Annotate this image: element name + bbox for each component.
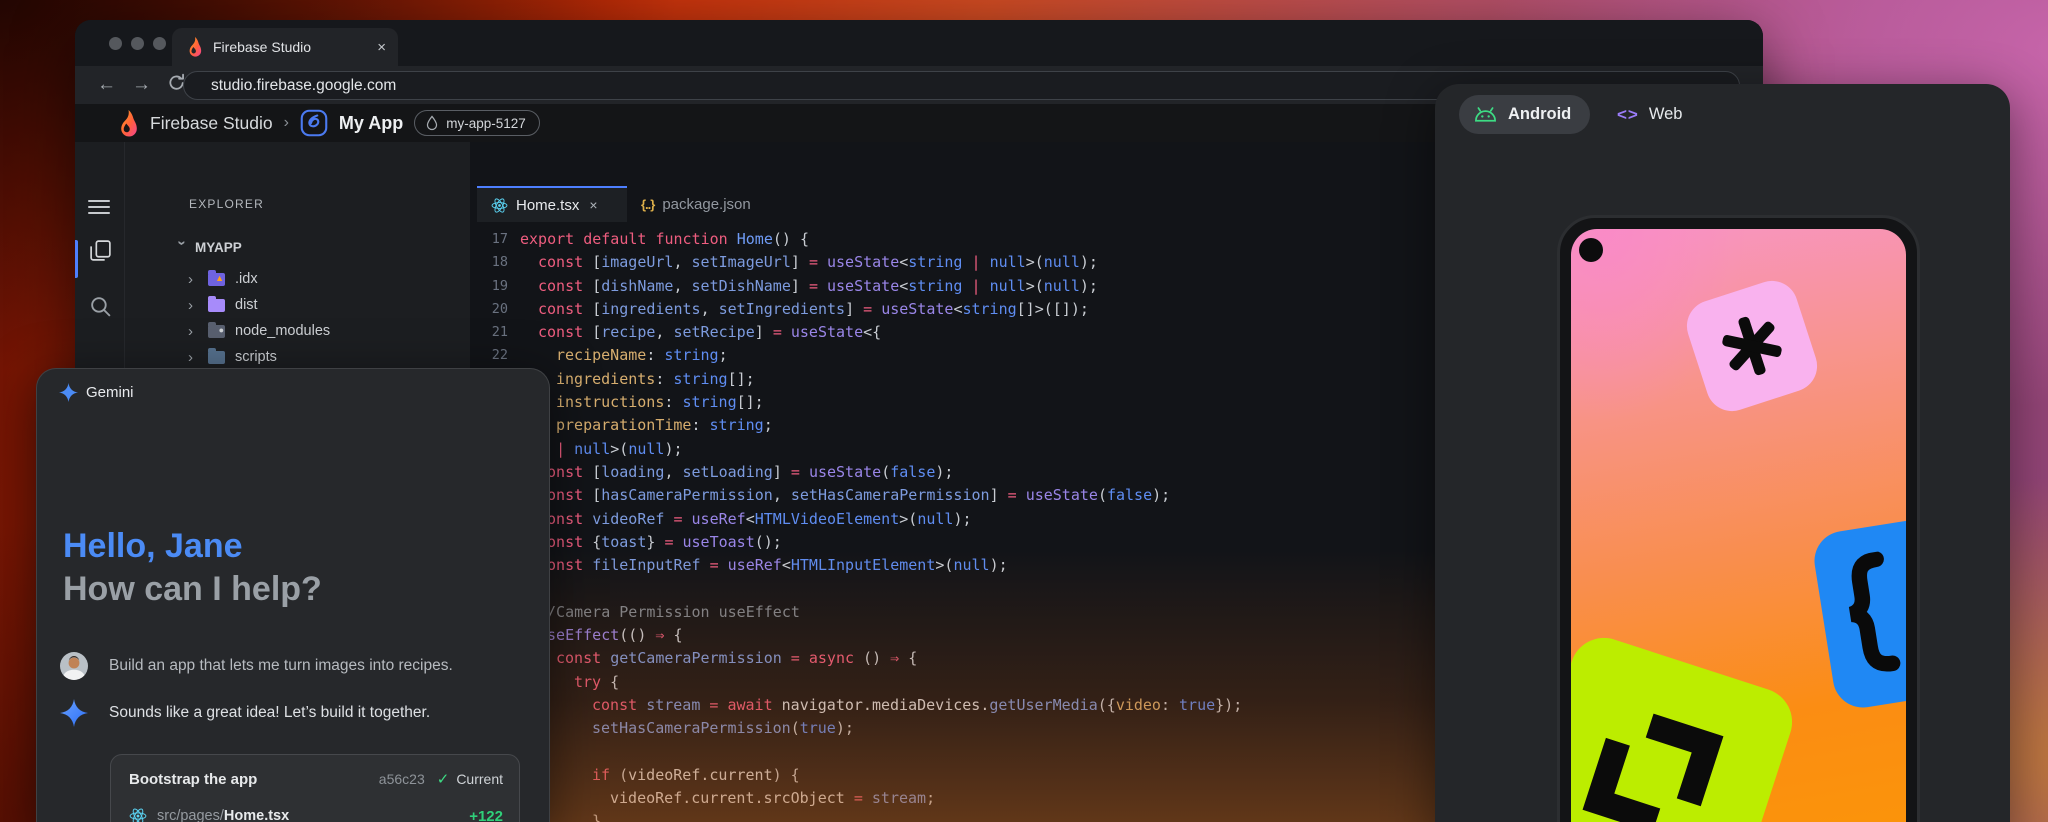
- url-text: studio.firebase.google.com: [211, 77, 396, 95]
- firebase-favicon-icon: [187, 37, 203, 57]
- changed-file-row[interactable]: src/pages/Home.tsx +122: [129, 804, 503, 822]
- folder-node-modules-icon: ●: [208, 325, 225, 338]
- gemini-star-icon: [59, 383, 78, 402]
- tree-item-idx[interactable]: › ▲ .idx: [188, 266, 258, 292]
- app-prototype-icon: [300, 109, 328, 137]
- gemini-message: Sounds like a great idea! Let’s build it…: [60, 699, 430, 727]
- bootstrap-card[interactable]: Bootstrap the app a56c23 ✓ Current src/p…: [110, 754, 520, 822]
- droplet-icon: [425, 115, 439, 131]
- chevron-down-icon: ›: [174, 240, 191, 254]
- check-icon: ✓: [437, 770, 450, 788]
- gemini-star-icon: [60, 699, 88, 727]
- active-view-indicator: [75, 240, 78, 278]
- chevron-right-icon: ›: [188, 271, 202, 288]
- tab-title: Firebase Studio: [213, 39, 367, 55]
- react-icon: [129, 807, 147, 822]
- back-icon[interactable]: ←: [97, 73, 116, 97]
- window-control-dot[interactable]: [131, 37, 144, 50]
- gemini-header: Gemini: [59, 383, 134, 402]
- folder-dist-icon: [208, 299, 225, 312]
- tree-item-node-modules[interactable]: › ● node_modules: [188, 318, 330, 344]
- status-badge: Current: [456, 771, 503, 787]
- tree-item-label: .idx: [235, 271, 258, 287]
- toggle-android-button[interactable]: Android: [1459, 95, 1590, 134]
- blue-brace-tile: [1810, 508, 1906, 712]
- commit-hash: a56c23: [379, 771, 425, 787]
- window-controls[interactable]: [109, 37, 166, 50]
- tree-item-scripts[interactable]: › scripts: [188, 344, 277, 370]
- folder-idx-icon: ▲: [208, 273, 225, 286]
- folder-scripts-icon: [208, 351, 225, 364]
- braces-icon: {..}: [641, 197, 654, 212]
- editor-tab-package-json[interactable]: {..} package.json: [627, 186, 805, 222]
- phone-screen: [1571, 229, 1906, 822]
- search-icon[interactable]: [88, 294, 113, 319]
- editor-tab-label: Home.tsx: [516, 197, 579, 214]
- file-path: src/pages/Home.tsx: [157, 808, 459, 822]
- explorer-files-icon[interactable]: [88, 238, 113, 263]
- browser-tab-strip: Firebase Studio ×: [75, 20, 1763, 66]
- device-preview-panel: Android <> Web: [1435, 84, 2010, 822]
- greeting-line2: How can I help?: [63, 570, 322, 609]
- breadcrumb-separator: ›: [284, 114, 289, 132]
- forward-icon[interactable]: →: [132, 73, 151, 97]
- gemini-message-text: Sounds like a great idea! Let’s build it…: [109, 704, 430, 722]
- firebase-logo-icon: [118, 110, 139, 137]
- tree-item-dist[interactable]: › dist: [188, 292, 258, 318]
- toggle-web-label: Web: [1649, 105, 1683, 124]
- toggle-web-button[interactable]: <> Web: [1607, 95, 1693, 134]
- app-name: My App: [339, 113, 403, 134]
- editor-tab-home-tsx[interactable]: Home.tsx ×: [477, 186, 627, 222]
- toggle-android-label: Android: [1508, 105, 1571, 124]
- app-id: my-app-5127: [446, 116, 526, 131]
- chevron-right-icon: ›: [188, 323, 202, 340]
- user-message: Build an app that lets me turn images in…: [60, 652, 453, 680]
- app-id-pill[interactable]: my-app-5127: [414, 110, 540, 136]
- window-control-dot[interactable]: [153, 37, 166, 50]
- breadcrumb-product[interactable]: Firebase Studio: [150, 113, 273, 134]
- react-icon: [491, 197, 508, 214]
- phone-mockup: [1557, 215, 1920, 822]
- tree-item-label: dist: [235, 297, 258, 313]
- tree-root-myapp[interactable]: › MYAPP: [175, 234, 242, 260]
- bootstrap-card-header: Bootstrap the app a56c23 ✓ Current: [129, 767, 503, 791]
- menu-icon[interactable]: [88, 196, 110, 218]
- tab-close-icon[interactable]: ×: [377, 39, 386, 56]
- tree-item-label: node_modules: [235, 323, 330, 339]
- browser-tab[interactable]: Firebase Studio ×: [172, 28, 398, 66]
- camera-punch-hole: [1579, 238, 1603, 262]
- tree-root-label: MYAPP: [195, 240, 242, 255]
- page-background: Firebase Studio × ← → studio.firebase.go…: [0, 0, 2048, 822]
- chevron-right-icon: ›: [188, 349, 202, 366]
- pink-asterisk-tile: [1680, 274, 1824, 418]
- code-brackets-icon: <>: [1617, 105, 1639, 125]
- explorer-title: EXPLORER: [189, 197, 264, 211]
- diff-additions: +122: [469, 808, 503, 822]
- corner-brackets-icon: [1577, 695, 1736, 822]
- greeting-line1: Hello, Jane: [63, 527, 243, 566]
- tree-item-label: scripts: [235, 349, 277, 365]
- user-avatar: [60, 652, 88, 680]
- android-icon: [1473, 106, 1498, 123]
- asterisk-icon: [1710, 304, 1793, 387]
- chevron-right-icon: ›: [188, 297, 202, 314]
- window-control-dot[interactable]: [109, 37, 122, 50]
- close-icon[interactable]: ×: [589, 197, 597, 213]
- editor-tab-label: package.json: [662, 196, 750, 213]
- curly-brace-icon: [1828, 550, 1906, 684]
- bootstrap-title: Bootstrap the app: [129, 771, 379, 788]
- gemini-title: Gemini: [86, 384, 134, 401]
- gemini-panel: Gemini Hello, Jane How can I help? Build…: [36, 368, 550, 822]
- green-brackets-tile: [1571, 629, 1801, 822]
- user-message-text: Build an app that lets me turn images in…: [109, 657, 453, 675]
